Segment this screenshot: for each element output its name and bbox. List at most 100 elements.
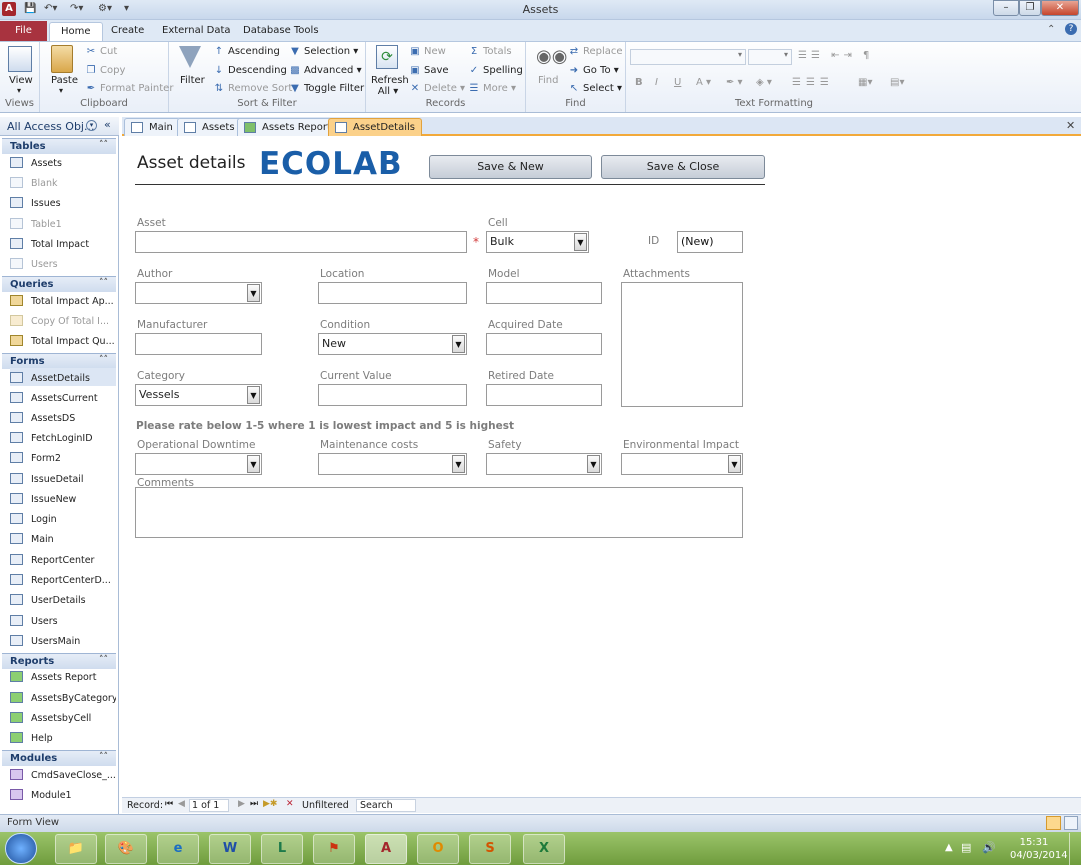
category-combo[interactable]: Vessels ▼: [135, 384, 262, 406]
next-record-icon[interactable]: ▶: [238, 799, 245, 809]
nav-item[interactable]: FetchLoginID: [10, 428, 116, 446]
nav-pane-header[interactable]: All Access Obj... ▾ «: [0, 117, 119, 136]
pdf-taskbar-icon[interactable]: ⚑: [313, 834, 355, 864]
chevron-down-icon[interactable]: ▼: [574, 233, 587, 251]
location-input[interactable]: [318, 282, 467, 304]
totals-button[interactable]: Σ Totals: [468, 46, 512, 57]
highlight-icon[interactable]: ✒ ▾: [726, 77, 743, 88]
retired-date-input[interactable]: [486, 384, 602, 406]
toggle-filter-button[interactable]: ▼ Toggle Filter: [289, 83, 364, 94]
minimize-button[interactable]: –: [993, 0, 1019, 16]
save-record-button[interactable]: ▣ Save: [409, 65, 448, 76]
underline-icon[interactable]: U: [674, 77, 681, 88]
select-button[interactable]: ↖ Select ▾: [568, 83, 622, 94]
start-button[interactable]: [5, 833, 37, 864]
word-taskbar-icon[interactable]: W: [209, 834, 251, 864]
ribbon-collapse-icon[interactable]: ⌃: [1047, 24, 1055, 35]
new-record-button[interactable]: ▣ New: [409, 46, 446, 57]
current-value-input[interactable]: [318, 384, 467, 406]
collapse-group-icon[interactable]: ˄˄: [99, 355, 108, 365]
find-button[interactable]: Find: [538, 75, 559, 86]
outlook-taskbar-icon[interactable]: O: [417, 834, 459, 864]
more-button[interactable]: ☰ More ▾: [468, 83, 516, 94]
replace-button[interactable]: ⇄ Replace: [568, 46, 623, 57]
nav-item[interactable]: Login: [10, 509, 116, 527]
volume-icon[interactable]: 🔊: [982, 841, 996, 854]
chevron-down-icon[interactable]: ▼: [587, 455, 600, 473]
operational-downtime-combo[interactable]: ▼: [135, 453, 262, 475]
author-combo[interactable]: ▼: [135, 282, 262, 304]
align-icons[interactable]: ☰☰☰: [792, 77, 834, 88]
help-icon[interactable]: ?: [1065, 23, 1077, 35]
tab-create[interactable]: Create: [100, 22, 155, 41]
nav-group-queries[interactable]: Queries ˄˄: [2, 276, 116, 292]
maximize-button[interactable]: ❐: [1019, 0, 1041, 16]
ascending-button[interactable]: ↑ Ascending: [213, 46, 280, 57]
collapse-group-icon[interactable]: ˄˄: [99, 655, 108, 665]
collapse-group-icon[interactable]: ˄˄: [99, 140, 108, 150]
alternate-row-icon[interactable]: ▤▾: [890, 77, 904, 88]
chevron-down-icon[interactable]: ▾: [17, 86, 21, 95]
access-taskbar-icon[interactable]: A: [365, 834, 407, 864]
fill-color-icon[interactable]: ◈ ▾: [756, 77, 772, 88]
collapse-pane-icon[interactable]: «: [104, 118, 111, 131]
spelling-button[interactable]: ✓ Spelling: [468, 65, 523, 76]
collapse-group-icon[interactable]: ˄˄: [99, 752, 108, 762]
design-view-icon[interactable]: [1064, 816, 1078, 830]
condition-combo[interactable]: New ▼: [318, 333, 467, 355]
network-icon[interactable]: ▤: [961, 841, 971, 854]
acquired-date-input[interactable]: [486, 333, 602, 355]
gridlines-icon[interactable]: ▦▾: [858, 77, 872, 88]
nav-item[interactable]: IssueDetail: [10, 469, 116, 487]
nav-item[interactable]: AssetDetails: [10, 368, 116, 386]
nav-item[interactable]: Blank: [10, 173, 116, 191]
font-name-dropdown[interactable]: ▾: [630, 49, 746, 65]
maintenance-costs-combo[interactable]: ▼: [318, 453, 467, 475]
goto-button[interactable]: ➜ Go To ▾: [568, 65, 619, 76]
nav-item[interactable]: Assets Report: [10, 667, 116, 685]
nav-item[interactable]: Copy Of Total I...: [10, 311, 116, 329]
chevron-down-icon[interactable]: ▼: [247, 455, 260, 473]
nav-item[interactable]: Issues: [10, 193, 116, 211]
tray-expand-icon[interactable]: ▲: [945, 842, 953, 853]
show-desktop-button[interactable]: [1069, 833, 1081, 865]
tab-database-tools[interactable]: Database Tools: [232, 22, 330, 41]
doctab-main[interactable]: Main: [124, 118, 180, 136]
paint-taskbar-icon[interactable]: 🎨: [105, 834, 147, 864]
nav-item[interactable]: Total Impact Qu...: [10, 331, 116, 349]
internet-explorer-taskbar-icon[interactable]: e: [157, 834, 199, 864]
font-size-dropdown[interactable]: ▾: [748, 49, 792, 65]
nav-group-modules[interactable]: Modules ˄˄: [2, 750, 116, 766]
safety-combo[interactable]: ▼: [486, 453, 602, 475]
nav-item[interactable]: CmdSaveClose_...: [10, 765, 116, 783]
doctab-assets[interactable]: Assets: [177, 118, 242, 136]
nav-item[interactable]: ReportCenter: [10, 550, 116, 568]
model-input[interactable]: [486, 282, 602, 304]
cut-button[interactable]: ✂ Cut: [85, 46, 117, 57]
record-position[interactable]: 1 of 1: [189, 799, 229, 812]
explorer-taskbar-icon[interactable]: 📁: [55, 834, 97, 864]
tab-file[interactable]: File: [0, 21, 47, 41]
close-tab-icon[interactable]: ✕: [1066, 119, 1075, 132]
close-button[interactable]: ✕: [1041, 0, 1079, 16]
copy-button[interactable]: ❐ Copy: [85, 65, 126, 76]
nav-item[interactable]: Help: [10, 728, 116, 746]
chevron-down-icon[interactable]: ▼: [728, 455, 741, 473]
chevron-down-icon[interactable]: ▾: [59, 86, 63, 95]
previous-record-icon[interactable]: ◀: [178, 799, 185, 809]
format-painter-button[interactable]: ✒ Format Painter: [85, 83, 174, 94]
chevron-down-icon[interactable]: ▾: [86, 120, 97, 131]
nav-item[interactable]: Main: [10, 529, 116, 547]
nav-item[interactable]: UsersMain: [10, 631, 116, 649]
nav-item[interactable]: Assets: [10, 153, 116, 171]
excel-taskbar-icon[interactable]: X: [523, 834, 565, 864]
tab-external-data[interactable]: External Data: [151, 22, 242, 41]
nav-item[interactable]: ReportCenterD...: [10, 570, 116, 588]
search-input[interactable]: Search: [356, 799, 416, 812]
italic-icon[interactable]: I: [655, 77, 658, 88]
view-button[interactable]: View: [9, 75, 33, 86]
delete-record-button[interactable]: ✕ Delete ▾: [409, 83, 465, 94]
chevron-down-icon[interactable]: ▼: [452, 455, 465, 473]
filter-status[interactable]: Unfiltered: [302, 800, 349, 811]
list-format-icons[interactable]: ☰☰ ⇤⇥ ¶: [798, 50, 873, 61]
